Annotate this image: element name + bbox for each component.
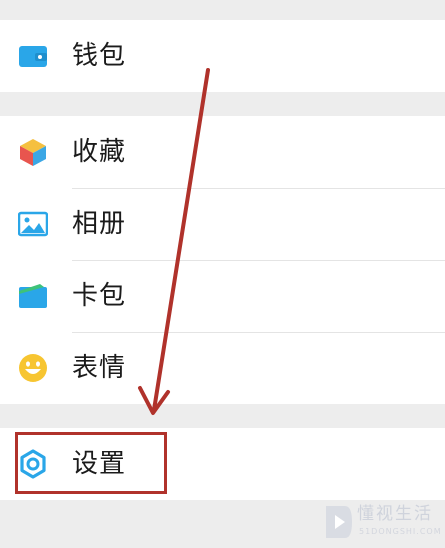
watermark: 懂视生活 51DONGSHI.COM: [323, 500, 443, 546]
watermark-text: 懂视生活: [357, 504, 433, 524]
annotation-arrow: [138, 68, 210, 415]
watermark-subtext: 51DONGSHI.COM: [359, 527, 442, 536]
watermark-logo-icon: [326, 506, 352, 538]
